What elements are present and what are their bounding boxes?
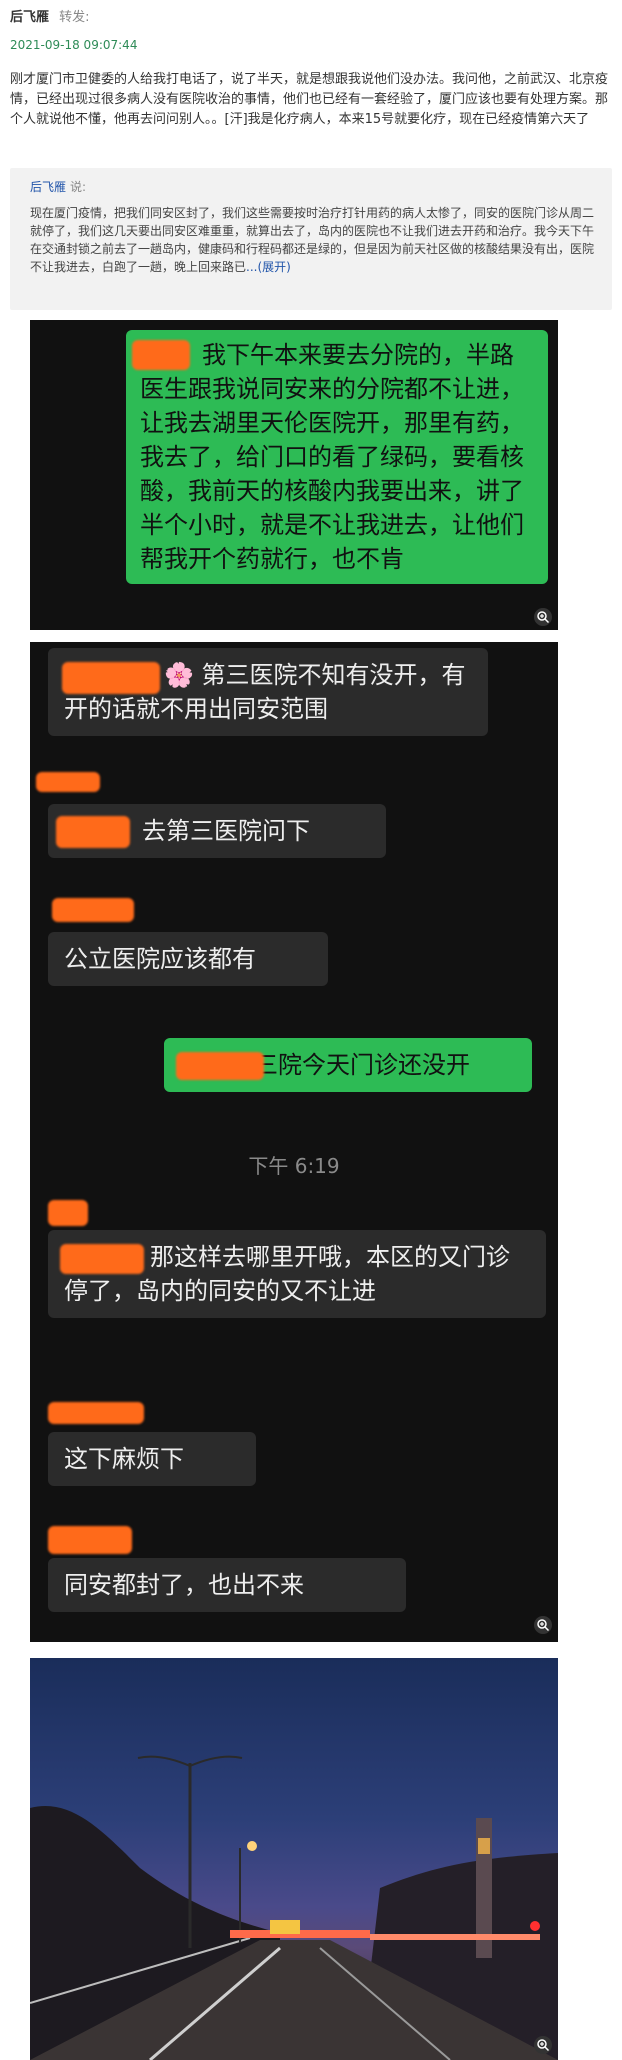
chat-bubble-right: 我下午本来要去分院的，半路医生跟我说同安来的分院都不让进，让我去湖里天伦医院开，… bbox=[126, 330, 548, 584]
quote-author[interactable]: 后飞雁 bbox=[30, 180, 66, 194]
road-scene-illustration bbox=[30, 1755, 558, 2060]
redacted-name bbox=[56, 816, 130, 848]
flower-emoji: 🌸 bbox=[164, 661, 194, 689]
expand-link[interactable]: ...(展开) bbox=[246, 260, 291, 274]
quote-says-label: 说: bbox=[70, 180, 87, 194]
quote-header: 后飞雁 说: bbox=[30, 178, 86, 195]
zoom-in-icon[interactable] bbox=[534, 1616, 552, 1634]
redacted-name bbox=[132, 340, 190, 370]
post-header: 后飞雁 转发: bbox=[10, 6, 90, 25]
chat-bubble-left: 去第三医院问下 bbox=[48, 804, 386, 858]
redacted-sender bbox=[48, 1526, 132, 1554]
chat-bubble-left: 公立医院应该都有 bbox=[48, 932, 328, 986]
zoom-in-icon[interactable] bbox=[534, 608, 552, 626]
night-road-photo[interactable] bbox=[30, 1658, 558, 2060]
quote-body: 现在厦门疫情，把我们同安区封了，我们这些需要按时治疗打针用药的病人太惨了，同安的… bbox=[30, 204, 600, 276]
chat-bubble-left: 这下麻烦下 bbox=[48, 1432, 256, 1486]
redacted-name bbox=[176, 1052, 264, 1080]
chat-bubble-left: 同安都封了，也出不来 bbox=[48, 1558, 406, 1612]
message-text: 同安都封了，也出不来 bbox=[64, 1571, 304, 1599]
redacted-sender bbox=[48, 1402, 144, 1424]
quote-text: 现在厦门疫情，把我们同安区封了，我们这些需要按时治疗打针用药的病人太惨了，同安的… bbox=[30, 206, 595, 274]
chat-bubble-right: 三院今天门诊还没开 bbox=[164, 1038, 532, 1092]
message-text: 三院今天门诊还没开 bbox=[254, 1051, 470, 1079]
redacted-name bbox=[62, 662, 160, 694]
message-text: 公立医院应该都有 bbox=[64, 945, 256, 973]
chat-bubble-left: 那这样去哪里开哦，本区的又门诊停了，岛内的同安的又不让进 bbox=[48, 1230, 546, 1318]
chat-screenshot-2[interactable]: 🌸 第三医院不知有没开，有开的话就不用出同安范围 去第三医院问下 公立医院应该都… bbox=[30, 642, 558, 1642]
repost-label: 转发: bbox=[59, 10, 90, 25]
redacted-sender bbox=[48, 1200, 88, 1226]
chat-bubble-left: 🌸 第三医院不知有没开，有开的话就不用出同安范围 bbox=[48, 648, 488, 736]
quoted-post: 后飞雁 说: 现在厦门疫情，把我们同安区封了，我们这些需要按时治疗打针用药的病人太… bbox=[10, 168, 612, 310]
post-time: 2021-09-18 09:07:44 bbox=[10, 38, 138, 52]
message-text: 去第三医院问下 bbox=[142, 817, 310, 845]
message-text: 我下午本来要去分院的，半路医生跟我说同安来的分院都不让进，让我去湖里天伦医院开，… bbox=[140, 341, 524, 573]
redacted-name bbox=[60, 1244, 144, 1274]
message-text: 这下麻烦下 bbox=[64, 1445, 184, 1473]
zoom-in-icon[interactable] bbox=[534, 2036, 552, 2054]
chat-screenshot-1[interactable]: 我下午本来要去分院的，半路医生跟我说同安来的分院都不让进，让我去湖里天伦医院开，… bbox=[30, 320, 558, 630]
author-name[interactable]: 后飞雁 bbox=[10, 10, 49, 25]
redacted-sender bbox=[52, 898, 134, 922]
chat-timestamp: 下午 6:19 bbox=[248, 1154, 340, 1178]
redacted-sender bbox=[36, 772, 100, 792]
post-text: 刚才厦门市卫健委的人给我打电话了，说了半天，就是想跟我说他们没办法。我问他，之前… bbox=[10, 72, 609, 127]
